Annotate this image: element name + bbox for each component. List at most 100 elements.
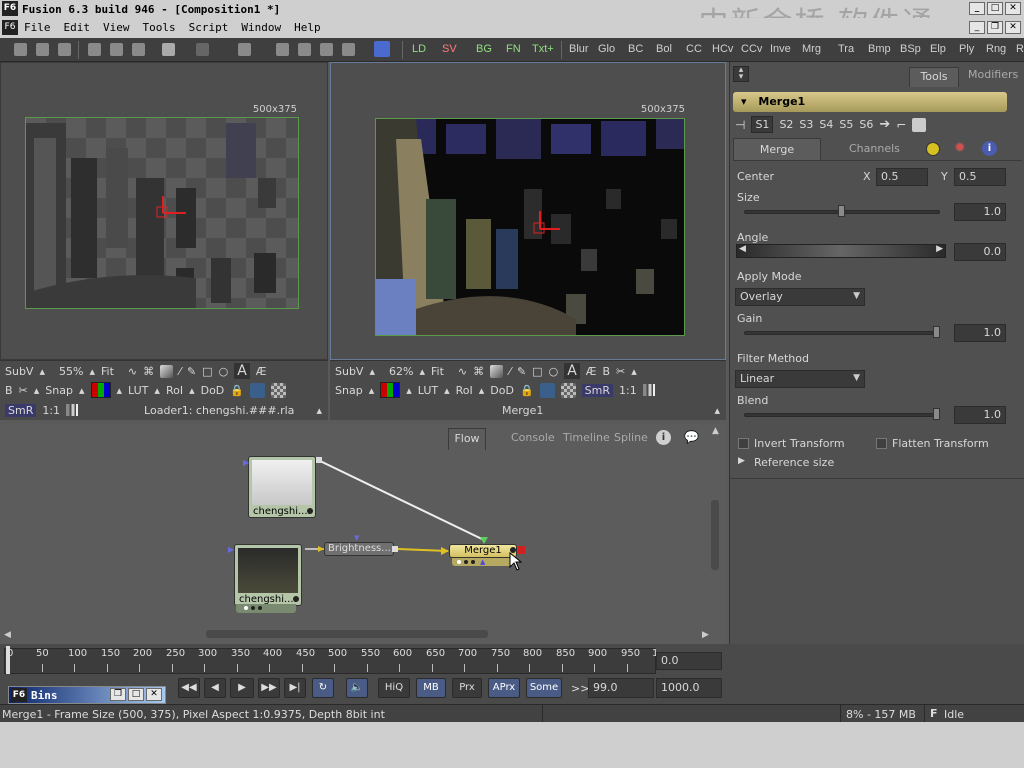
undo-icon[interactable] [162, 43, 175, 56]
channel-arrow-icon[interactable]: ▴ [117, 384, 123, 397]
tool-rectangle[interactable]: Rng [986, 43, 1006, 55]
snap-button[interactable]: Snap [335, 384, 363, 397]
channel-rgb-icon[interactable] [380, 382, 401, 398]
paint-icon[interactable]: ⁄ [509, 365, 511, 378]
tool-color-curves[interactable]: CCv [741, 43, 762, 55]
slot-s4[interactable]: S4 [819, 118, 833, 131]
blend-slider[interactable] [744, 413, 940, 417]
open-icon[interactable] [36, 43, 49, 56]
step-back-icon[interactable]: ◀ [204, 678, 226, 698]
loader-node-bottom[interactable]: chengshi.... [234, 544, 302, 606]
fast-forward-icon[interactable]: ▶▶ [258, 678, 280, 698]
angle-thumbwheel[interactable]: ◀ ▶ [736, 244, 946, 258]
reference-size-label[interactable]: Reference size [754, 456, 834, 469]
tool-bol[interactable]: Bol [656, 43, 672, 55]
zoom-value[interactable]: 62% [389, 365, 413, 378]
gain-slider[interactable] [744, 331, 940, 335]
paste-icon[interactable] [132, 43, 145, 56]
lut-button[interactable]: LUT [418, 384, 438, 397]
viewer-left[interactable]: 500x375 [0, 62, 328, 360]
smr-toggle[interactable]: SmR [5, 403, 37, 417]
subview-arrow-icon[interactable]: ▴ [39, 365, 45, 378]
viewer-right[interactable]: 500x375 [330, 62, 726, 360]
audio-icon[interactable]: 🔈 [346, 678, 368, 698]
curve-icon[interactable]: ∿ [458, 365, 467, 378]
channel-rgb-icon[interactable] [90, 382, 111, 398]
lut-arrow-icon[interactable]: ▴ [154, 384, 160, 397]
delete-icon[interactable] [238, 43, 251, 56]
aprx-button[interactable]: APrx [488, 678, 520, 698]
shape-arrow-icon[interactable]: ▴ [631, 365, 637, 378]
one-to-one-button[interactable]: 1:1 [42, 404, 60, 417]
snap-arrow-icon[interactable]: ▴ [79, 384, 85, 397]
apply-mode-dropdown[interactable]: Overlay [735, 288, 865, 306]
output-dot[interactable] [307, 508, 313, 514]
doc-restore-icon[interactable]: ❐ [987, 21, 1003, 34]
layout-single-icon[interactable] [276, 43, 289, 56]
menu-view[interactable]: View [103, 21, 130, 34]
center-y-field[interactable]: 0.5 [954, 168, 1006, 186]
fit-button[interactable]: Fit [431, 365, 444, 378]
hiq-button[interactable]: HiQ [378, 678, 410, 698]
copy-icon[interactable] [110, 43, 123, 56]
roi-arrow-icon[interactable]: ▴ [189, 384, 195, 397]
zoom-arrow-icon[interactable]: ▴ [419, 365, 425, 378]
fullscreen-icon[interactable] [374, 41, 390, 57]
wand-icon[interactable]: ✎ [187, 365, 196, 378]
radioactive-icon[interactable] [926, 142, 940, 156]
save-settings-icon[interactable] [912, 117, 927, 132]
menu-script[interactable]: Script [189, 21, 229, 34]
tool-polygon[interactable]: Ply [959, 43, 974, 55]
pick-icon[interactable]: ⌐ [896, 118, 906, 132]
snap-arrow-icon[interactable]: ▴ [369, 384, 375, 397]
zoom-value[interactable]: 55% [59, 365, 83, 378]
menu-file[interactable]: File [24, 21, 51, 34]
histogram-icon[interactable] [66, 404, 79, 416]
tool-glow[interactable]: Glo [598, 43, 615, 55]
rect-icon[interactable]: □ [532, 365, 542, 378]
gear-icon[interactable]: ✹ [954, 140, 966, 156]
prx-button[interactable]: Prx [452, 678, 482, 698]
output-port[interactable] [392, 546, 398, 552]
play-icon[interactable]: ▶ [230, 678, 254, 698]
gain-field[interactable]: 1.0 [954, 324, 1006, 342]
lock-icon[interactable]: 🔒 [520, 384, 534, 397]
bins-maximize-icon[interactable]: □ [128, 688, 144, 701]
tab-tools[interactable]: Tools [909, 67, 959, 87]
go-to-end-icon[interactable]: ▶| [284, 678, 306, 698]
close-icon[interactable]: ✕ [1005, 2, 1021, 15]
output-port[interactable] [316, 457, 322, 463]
tool-bitmap[interactable]: Bmp [868, 43, 891, 55]
text-a-icon[interactable]: A [234, 363, 250, 379]
shape-icon[interactable]: ✂ [19, 384, 28, 397]
menu-tools[interactable]: Tools [143, 21, 176, 34]
loop-icon[interactable]: ↻ [312, 678, 334, 698]
ellipse-icon[interactable]: ○ [219, 365, 229, 378]
show-controls-icon[interactable] [539, 382, 555, 398]
tool-brightness-contrast[interactable]: BC [628, 43, 643, 55]
current-time-field[interactable]: 0.0 [656, 652, 722, 670]
merge-node[interactable]: Merge1 [449, 544, 517, 558]
curve-icon[interactable]: ∿ [128, 365, 137, 378]
paint-icon[interactable]: ⁄ [179, 365, 181, 378]
tool-more[interactable]: R [1016, 43, 1024, 55]
layout-triple-icon[interactable] [320, 43, 333, 56]
roi-button[interactable]: RoI [166, 384, 183, 397]
mb-button[interactable]: MB [416, 678, 446, 698]
one-to-one-button[interactable]: 1:1 [619, 384, 637, 397]
roi-button[interactable]: RoI [456, 384, 473, 397]
wand-icon[interactable]: ✎ [517, 365, 526, 378]
poly-icon[interactable]: ⌘ [473, 365, 484, 378]
layout-split-icon[interactable] [298, 43, 311, 56]
info-icon[interactable]: i [982, 141, 997, 156]
tool-blur[interactable]: Blur [569, 43, 589, 55]
fit-button[interactable]: Fit [101, 365, 114, 378]
shape-icon[interactable]: ✂ [616, 365, 625, 378]
lut-button[interactable]: LUT [128, 384, 148, 397]
global-end-field[interactable]: 1000.0 [656, 678, 722, 698]
reference-size-expand-icon[interactable]: ▶ [738, 456, 745, 466]
histogram-icon[interactable] [642, 384, 655, 396]
poly-icon[interactable]: ⌘ [143, 365, 154, 378]
subview-button[interactable]: SubV [5, 365, 33, 378]
doc-minimize-icon[interactable]: _ [969, 21, 985, 34]
